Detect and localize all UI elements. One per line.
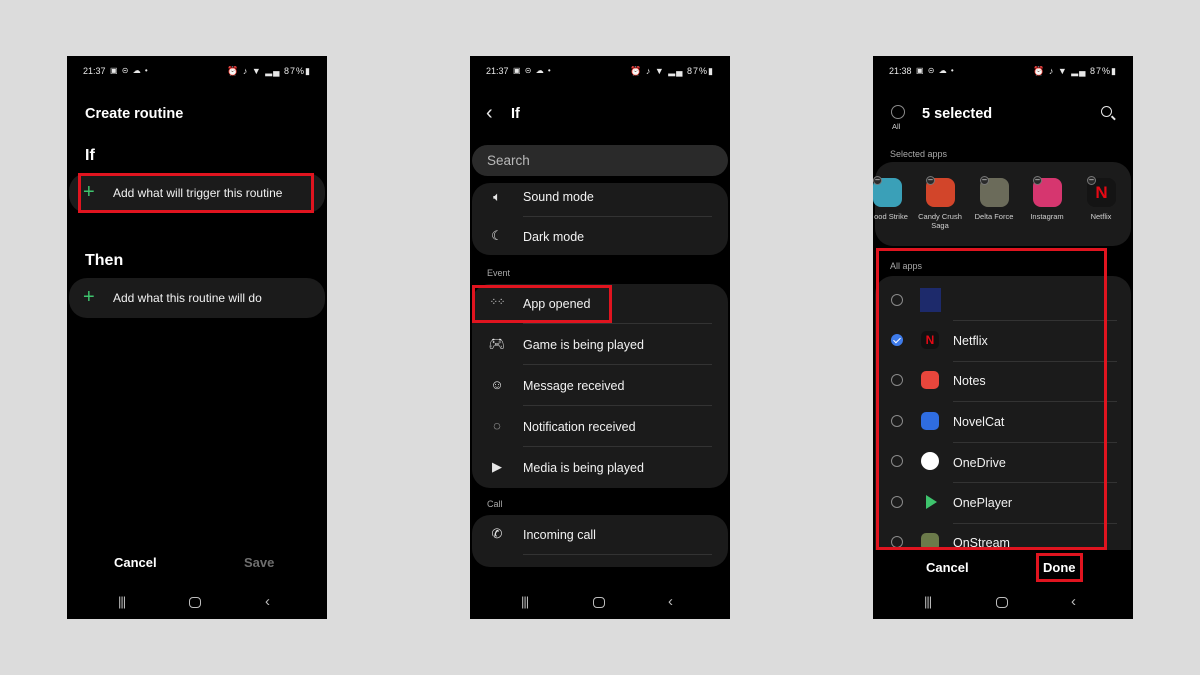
- status-right: ⏰ ♪ ▼ ▂▄ 87%▮: [630, 66, 714, 76]
- play-icon: ▶: [492, 459, 502, 474]
- phone-screen-select-apps: 21:38 ▣ ⊝ ☁ • ⏰ ♪ ▼ ▂▄ 87%▮ All 5 select…: [873, 56, 1133, 619]
- speaker-icon: 🔈︎: [493, 189, 501, 204]
- recent-apps-icon[interactable]: |||: [924, 595, 932, 609]
- remove-icon[interactable]: –: [980, 176, 989, 185]
- status-icons: ▣ ⊝ ☁ •: [110, 66, 149, 75]
- status-bar: 21:37 ▣ ⊝ ☁ • ⏰ ♪ ▼ ▂▄ 87%▮: [486, 66, 714, 78]
- app-name: Netflix: [1090, 212, 1112, 221]
- settings-list-card: 🔈︎ Sound mode ☾ Dark mode: [472, 183, 728, 255]
- remove-icon[interactable]: –: [1033, 176, 1042, 185]
- back-icon[interactable]: ‹: [1071, 594, 1076, 609]
- divider: [523, 364, 712, 365]
- navigation-bar: ||| ‹: [873, 594, 1133, 609]
- cancel-button[interactable]: Cancel: [114, 555, 157, 570]
- page-title: Create routine: [85, 106, 184, 122]
- selected-apps-label: Selected apps: [890, 149, 948, 159]
- status-time: 21:37: [83, 66, 106, 76]
- remove-icon[interactable]: –: [926, 176, 935, 185]
- highlight-box: [1036, 553, 1083, 582]
- list-item-label[interactable]: Dark mode: [523, 230, 584, 244]
- divider: [523, 405, 712, 406]
- status-bar: 21:38 ▣ ⊝ ☁ • ⏰ ♪ ▼ ▂▄ 87%▮: [889, 66, 1117, 78]
- plus-icon: +: [83, 286, 95, 308]
- save-button[interactable]: Save: [244, 555, 274, 570]
- recent-apps-icon[interactable]: |||: [118, 595, 126, 609]
- search-icon-handle: [1111, 115, 1116, 121]
- select-all-label: All: [892, 122, 901, 131]
- gamepad-icon: 🎮︎: [488, 336, 506, 351]
- selected-count: 5 selected: [922, 106, 993, 122]
- back-icon[interactable]: ‹: [668, 594, 673, 609]
- cancel-button[interactable]: Cancel: [926, 560, 969, 575]
- message-icon: ☺: [490, 377, 504, 392]
- select-all-checkbox[interactable]: [891, 105, 905, 119]
- status-right: ⏰ ♪ ▼ ▂▄ 87%▮: [1033, 66, 1117, 76]
- app-name: Instagram: [1030, 212, 1064, 221]
- then-add-card[interactable]: + Add what this routine will do: [69, 278, 325, 318]
- notification-icon: ◌: [493, 418, 501, 433]
- then-add-label: Add what this routine will do: [113, 291, 262, 305]
- then-heading: Then: [85, 252, 124, 269]
- status-right: ⏰ ♪ ▼ ▂▄ 87%▮: [227, 66, 311, 76]
- remove-icon[interactable]: –: [1087, 176, 1096, 185]
- status-time: 21:37: [486, 66, 509, 76]
- search-bar[interactable]: Search: [472, 145, 728, 176]
- highlight-box: [78, 173, 314, 213]
- page-title: If: [511, 106, 520, 122]
- home-icon[interactable]: [189, 597, 201, 608]
- recent-apps-icon[interactable]: |||: [521, 595, 529, 609]
- highlight-box: [472, 285, 612, 323]
- divider: [523, 216, 712, 217]
- highlight-box: [876, 248, 1107, 550]
- divider: [523, 446, 712, 447]
- back-arrow-icon[interactable]: ‹: [486, 102, 493, 125]
- navigation-bar: ||| ‹: [470, 594, 730, 609]
- call-list-card: ✆ Incoming call: [472, 515, 728, 567]
- list-item-label[interactable]: Sound mode: [523, 190, 594, 204]
- phone-screen-create-routine: 21:37 ▣ ⊝ ☁ • ⏰ ♪ ▼ ▂▄ 87%▮ Create routi…: [67, 56, 327, 619]
- section-label-event: Event: [487, 268, 511, 278]
- phone-screen-if-conditions: 21:37 ▣ ⊝ ☁ • ⏰ ♪ ▼ ▂▄ 87%▮ ‹ If Search …: [470, 56, 730, 619]
- list-item-label[interactable]: Message received: [523, 379, 624, 393]
- divider: [523, 554, 712, 555]
- navigation-bar: ||| ‹: [67, 594, 327, 609]
- list-item-label[interactable]: Notification received: [523, 420, 636, 434]
- section-label-call: Call: [487, 499, 503, 509]
- back-icon[interactable]: ‹: [265, 594, 270, 609]
- selected-apps-card: – ood Strike – Candy Crush Saga – Delta …: [873, 162, 1131, 246]
- app-name: ood Strike: [874, 212, 908, 221]
- list-item-label[interactable]: Media is being played: [523, 461, 644, 475]
- divider: [523, 323, 712, 324]
- moon-icon: ☾: [491, 228, 503, 243]
- incoming-call-icon: ✆: [491, 526, 503, 541]
- list-item-label[interactable]: Game is being played: [523, 338, 644, 352]
- app-name: Delta Force: [974, 212, 1014, 221]
- search-placeholder: Search: [487, 153, 530, 168]
- remove-icon[interactable]: –: [873, 176, 882, 185]
- status-icons: ▣ ⊝ ☁ •: [513, 66, 552, 75]
- if-heading: If: [85, 147, 95, 164]
- search-icon[interactable]: [1101, 106, 1112, 117]
- status-bar: 21:37 ▣ ⊝ ☁ • ⏰ ♪ ▼ ▂▄ 87%▮: [83, 66, 311, 78]
- home-icon[interactable]: [593, 597, 605, 608]
- list-item-label[interactable]: Incoming call: [523, 528, 596, 542]
- status-icons: ▣ ⊝ ☁ •: [916, 66, 955, 75]
- home-icon[interactable]: [996, 597, 1008, 608]
- status-time: 21:38: [889, 66, 912, 76]
- app-name: Candy Crush Saga: [918, 212, 962, 230]
